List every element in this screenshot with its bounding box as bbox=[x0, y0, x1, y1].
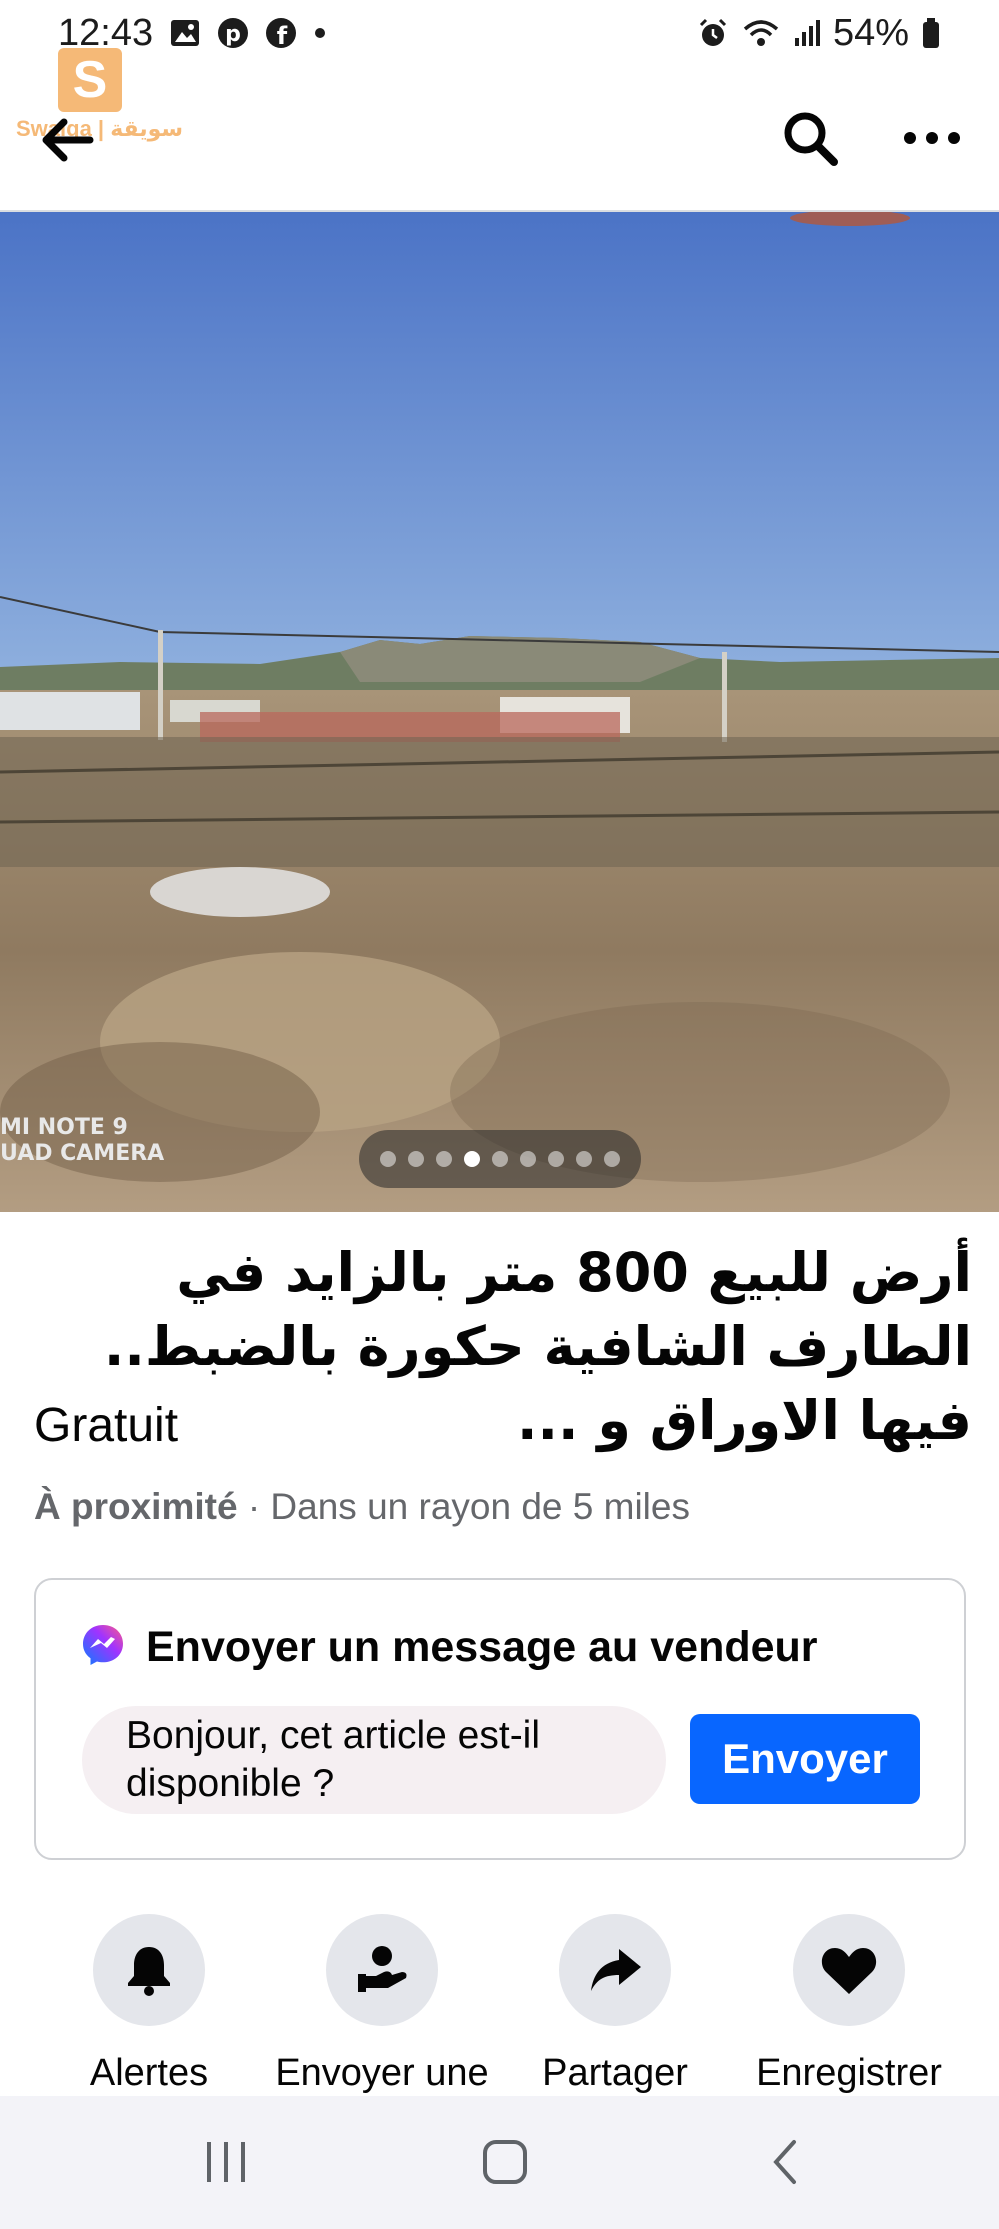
message-input[interactable]: Bonjour, cet article est-il disponible ? bbox=[82, 1706, 666, 1814]
pager-dot[interactable] bbox=[520, 1151, 536, 1167]
alerts-button[interactable]: Alertes bbox=[33, 1914, 265, 2095]
app-bar bbox=[0, 66, 999, 212]
back-icon bbox=[770, 2138, 800, 2191]
save-button[interactable]: Enregistrer bbox=[733, 1914, 965, 2095]
more-options-button[interactable] bbox=[894, 102, 970, 178]
action-row: Alertes Envoyer une Partager Enregistrer bbox=[0, 1914, 999, 2094]
home-icon bbox=[481, 2138, 529, 2191]
pager-dot[interactable] bbox=[604, 1151, 620, 1167]
save-label: Enregistrer bbox=[756, 2052, 942, 2094]
battery-icon bbox=[921, 17, 941, 49]
camera-stamp-line1: MI NOTE 9 bbox=[0, 1115, 128, 1140]
send-offer-button[interactable]: Envoyer une bbox=[266, 1914, 498, 2095]
pager-dot[interactable] bbox=[548, 1151, 564, 1167]
nav-back-button[interactable] bbox=[745, 2134, 825, 2194]
back-button[interactable] bbox=[30, 106, 102, 178]
messenger-icon bbox=[80, 1622, 126, 1673]
camera-stamp-line2: UAD CAMERA bbox=[0, 1141, 165, 1166]
battery-percent: 54% bbox=[832, 11, 909, 54]
facebook-icon: f bbox=[265, 17, 297, 49]
svg-text:f: f bbox=[277, 22, 288, 49]
send-offer-icon bbox=[326, 1914, 438, 2026]
location-proximity: À proximité bbox=[34, 1486, 238, 1527]
signal-icon bbox=[793, 18, 821, 48]
message-title: Envoyer un message au vendeur bbox=[146, 1623, 818, 1671]
pager-dot[interactable] bbox=[408, 1151, 424, 1167]
listing-location: À proximité · Dans un rayon de 5 miles bbox=[34, 1486, 690, 1528]
land-photo-image bbox=[0, 212, 999, 1212]
share-icon bbox=[559, 1914, 671, 2026]
pager-dot[interactable] bbox=[436, 1151, 452, 1167]
pager-dot-active[interactable] bbox=[464, 1151, 480, 1167]
heart-icon bbox=[793, 1914, 905, 2026]
search-button[interactable] bbox=[772, 102, 848, 178]
share-label: Partager bbox=[542, 2052, 688, 2094]
more-icon bbox=[902, 130, 962, 151]
recent-apps-button[interactable] bbox=[186, 2134, 266, 2194]
pinterest-icon: p bbox=[217, 17, 249, 49]
message-header: Envoyer un message au vendeur bbox=[80, 1622, 818, 1673]
search-icon bbox=[780, 108, 840, 173]
message-seller-card: Envoyer un message au vendeur Bonjour, c… bbox=[34, 1578, 966, 1860]
bell-icon bbox=[93, 1914, 205, 2026]
send-offer-label: Envoyer une bbox=[275, 2052, 489, 2094]
pager-dot[interactable] bbox=[492, 1151, 508, 1167]
listing-photo[interactable] bbox=[0, 212, 999, 1212]
system-nav-bar bbox=[0, 2096, 999, 2229]
wifi-icon bbox=[741, 17, 781, 49]
location-radius: · Dans un rayon de 5 miles bbox=[237, 1486, 690, 1527]
recent-apps-icon bbox=[203, 2140, 249, 2189]
pager-dot[interactable] bbox=[380, 1151, 396, 1167]
camera-stamp: MI NOTE 9 UAD CAMERA bbox=[0, 1115, 164, 1167]
pager-dot[interactable] bbox=[576, 1151, 592, 1167]
share-button[interactable]: Partager bbox=[499, 1914, 731, 2095]
send-button[interactable]: Envoyer bbox=[690, 1714, 920, 1804]
alarm-icon bbox=[697, 17, 729, 49]
photo-pager[interactable] bbox=[359, 1130, 641, 1188]
back-arrow-icon bbox=[38, 116, 94, 169]
alerts-label: Alertes bbox=[89, 2052, 209, 2094]
svg-text:p: p bbox=[225, 22, 241, 47]
listing-price: Gratuit bbox=[34, 1399, 179, 1452]
home-button[interactable] bbox=[465, 2134, 545, 2194]
dot-icon bbox=[313, 26, 327, 40]
